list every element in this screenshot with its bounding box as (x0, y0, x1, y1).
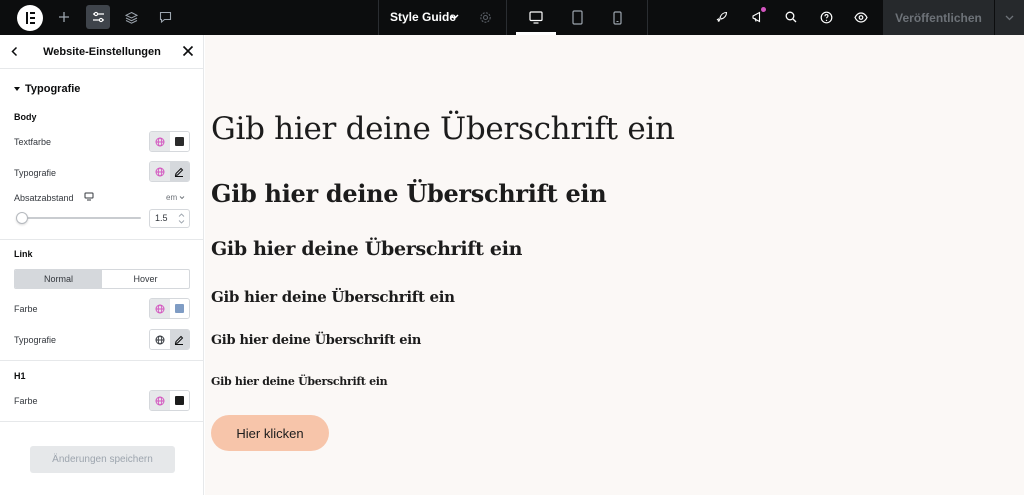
divider (0, 360, 204, 361)
rocket-icon[interactable] (710, 5, 734, 29)
link-color-control (149, 298, 190, 319)
global-fonts-icon[interactable] (150, 162, 170, 181)
group-title-body: Body (14, 112, 37, 122)
divider (378, 0, 379, 35)
chevron-down-icon (180, 196, 185, 200)
h1-color-label: Farbe (14, 396, 38, 406)
heading-h4[interactable]: Gib hier deine Überschrift ein (211, 288, 455, 306)
click-here-button[interactable]: Hier klicken (211, 415, 329, 451)
tab-normal[interactable]: Normal (15, 270, 102, 288)
edit-pencil-icon[interactable] (169, 330, 189, 349)
tab-hover[interactable]: Hover (102, 270, 189, 288)
search-icon[interactable] (779, 5, 803, 29)
divider (647, 0, 648, 35)
divider (0, 239, 204, 240)
chevron-down-icon[interactable] (449, 11, 460, 22)
group-title-link: Link (14, 249, 33, 259)
paragraph-spacing-slider-track[interactable] (20, 217, 141, 219)
number-stepper-icon[interactable] (178, 213, 185, 224)
publish-button[interactable]: Veröffentlichen (883, 0, 994, 35)
caret-down-icon (14, 87, 20, 91)
global-colors-icon[interactable] (150, 391, 170, 410)
desktop-view-icon[interactable] (516, 0, 556, 35)
paragraph-spacing-input[interactable]: 1.5 (149, 209, 190, 228)
global-colors-icon[interactable] (150, 132, 170, 151)
heading-h6[interactable]: Gib hier deine Überschrift ein (211, 375, 388, 388)
responsive-desktop-icon[interactable] (84, 192, 94, 201)
tablet-view-icon[interactable] (557, 0, 597, 35)
text-color-label: Textfarbe (14, 137, 52, 147)
group-title-h1: H1 (14, 371, 26, 381)
panel-title: Website-Einstellungen (43, 46, 161, 58)
paragraph-spacing-slider-handle[interactable] (16, 212, 28, 224)
unit-label: em (166, 193, 178, 202)
notes-comment-icon[interactable] (153, 5, 177, 29)
publish-options-chevron-icon[interactable] (995, 0, 1024, 35)
link-color-swatch[interactable] (169, 299, 189, 318)
link-typography-label: Typografie (14, 335, 57, 345)
typography-control (149, 161, 190, 182)
global-colors-icon[interactable] (150, 299, 170, 318)
panel-header: Website-Einstellungen (0, 35, 204, 69)
edit-pencil-icon[interactable] (169, 162, 189, 181)
heading-h5[interactable]: Gib hier deine Überschrift ein (211, 333, 421, 348)
typography-label: Typografie (14, 168, 57, 178)
mobile-view-icon[interactable] (597, 0, 637, 35)
add-element-icon[interactable] (52, 5, 76, 29)
text-color-control (149, 131, 190, 152)
save-changes-button[interactable]: Änderungen speichern (30, 446, 175, 473)
preview-canvas: Gib hier deine Überschrift ein Gib hier … (205, 35, 1024, 495)
global-fonts-icon[interactable] (150, 330, 170, 349)
panel-footer: Änderungen speichern (0, 421, 204, 495)
help-icon[interactable] (814, 5, 838, 29)
elementor-logo-icon[interactable] (17, 5, 43, 31)
paragraph-spacing-label: Absatzabstand (14, 193, 74, 203)
text-color-swatch[interactable] (169, 132, 189, 151)
h1-color-control (149, 390, 190, 411)
heading-h1[interactable]: Gib hier deine Überschrift ein (211, 111, 675, 147)
link-color-label: Farbe (14, 304, 38, 314)
top-bar: Style Guide Veröffentlichen (0, 0, 1024, 35)
paragraph-spacing-value: 1.5 (155, 213, 168, 223)
page-settings-gear-icon[interactable] (473, 5, 497, 29)
link-state-tabs: Normal Hover (14, 269, 190, 289)
notification-dot (761, 7, 766, 12)
structure-layers-icon[interactable] (119, 5, 143, 29)
section-title: Typografie (25, 83, 81, 95)
typography-section-toggle[interactable]: Typografie (14, 83, 80, 95)
style-guide-title[interactable]: Style Guide (390, 0, 456, 35)
site-settings-icon[interactable] (86, 5, 110, 29)
heading-h2[interactable]: Gib hier deine Überschrift ein (211, 179, 607, 208)
unit-selector[interactable]: em (166, 193, 185, 202)
site-settings-panel: Website-Einstellungen Typografie Body Te… (0, 35, 204, 495)
close-icon[interactable] (182, 45, 194, 57)
heading-h3[interactable]: Gib hier deine Überschrift ein (211, 238, 522, 260)
link-typography-control (149, 329, 190, 350)
preview-eye-icon[interactable] (849, 5, 873, 29)
divider (506, 0, 507, 35)
h1-color-swatch[interactable] (169, 391, 189, 410)
